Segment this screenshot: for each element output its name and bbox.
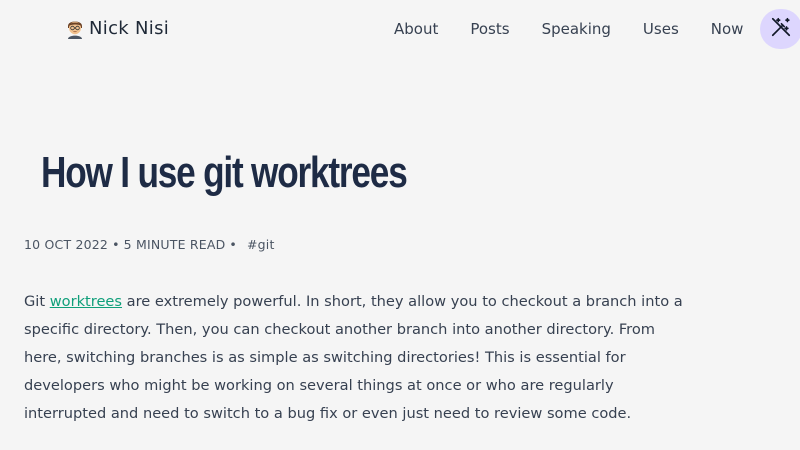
site-name: Nick Nisi xyxy=(89,17,170,39)
publish-date: 10 OCT 2022 xyxy=(24,237,109,252)
page: Nick Nisi About Posts Speaking Uses Now xyxy=(0,0,800,450)
nav-now[interactable]: Now xyxy=(711,19,744,39)
tag-link-git[interactable]: #git xyxy=(247,237,275,252)
meta-separator: • xyxy=(112,237,120,252)
magic-wand-icon xyxy=(770,16,792,42)
article-meta: 10 OCT 2022 • 5 MINUTE READ • #git xyxy=(24,237,275,252)
nav-uses[interactable]: Uses xyxy=(643,19,679,39)
main-nav: About Posts Speaking Uses Now xyxy=(394,19,743,39)
nav-posts[interactable]: Posts xyxy=(470,19,509,39)
site-header: Nick Nisi About Posts Speaking Uses Now xyxy=(0,0,800,58)
nav-about[interactable]: About xyxy=(394,19,438,39)
article-intro: Git worktrees are extremely powerful. In… xyxy=(24,288,684,428)
home-link[interactable]: Nick Nisi xyxy=(64,17,169,39)
meta-separator: • xyxy=(229,237,237,252)
intro-text-rest: are extremely powerful. In short, they a… xyxy=(24,293,683,422)
read-time: 5 MINUTE READ xyxy=(123,237,226,252)
intro-text-start: Git xyxy=(24,293,50,310)
nav-speaking[interactable]: Speaking xyxy=(542,19,611,39)
worktrees-link[interactable]: worktrees xyxy=(50,293,122,310)
theme-toggle-button[interactable] xyxy=(760,9,800,49)
article-title: How I use git worktrees xyxy=(41,148,408,197)
avatar-icon xyxy=(64,17,86,39)
